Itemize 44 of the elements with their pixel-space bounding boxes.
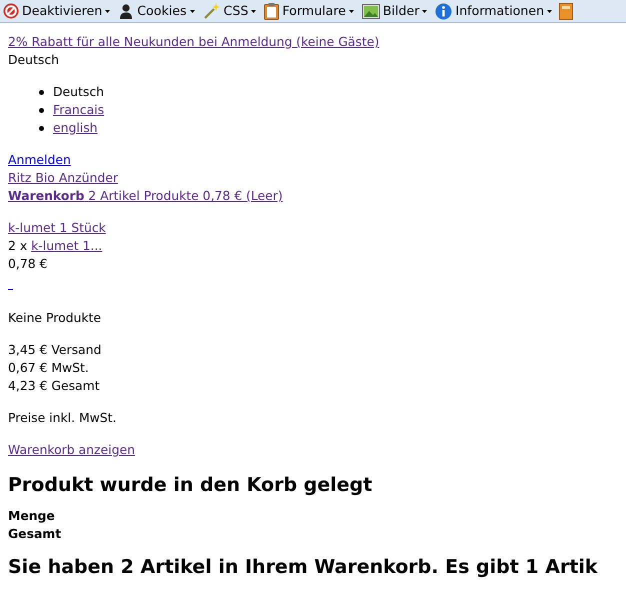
summary-heading: Sie haben 2 Artikel in Ihrem Warenkorb. Es gibt 1 Artik: [8, 556, 598, 578]
caret-icon: [105, 10, 110, 12]
caret-icon: [547, 10, 552, 12]
caret-icon: [251, 10, 256, 12]
current-language: Deutsch: [8, 52, 59, 67]
language-option: Deutsch: [53, 84, 104, 99]
toolbar-menu-button[interactable]: Deaktivieren: [2, 2, 112, 20]
empty-cart-text: Keine Produkte: [8, 310, 102, 325]
toolbar-menu-button[interactable]: CSS: [202, 2, 258, 20]
toolbar-menu-button[interactable]: Formulare: [263, 2, 355, 20]
nav-link[interactable]: Anmelden: [8, 152, 71, 167]
total-text: 0,67 € MwSt.: [8, 360, 89, 375]
product-link[interactable]: k-lumet 1 Stück: [8, 220, 106, 235]
bullet-icon: [39, 90, 44, 95]
person-icon: [118, 3, 134, 19]
cart-link[interactable]: Warenkorb 2 Artikel Produkte 0,78 € (Leer): [8, 188, 283, 203]
field-label: Gesamt: [8, 526, 62, 541]
total-text: 4,23 € Gesamt: [8, 378, 100, 393]
nav-link[interactable]: Ritz Bio Anzünder: [8, 170, 118, 185]
magic-wand-icon: [202, 2, 221, 20]
toolbar-menu-button[interactable]: Cookies: [117, 2, 196, 20]
caret-icon: [190, 10, 195, 12]
book-icon: [559, 2, 574, 20]
language-link[interactable]: english: [53, 120, 98, 135]
info-icon: [435, 2, 452, 20]
quantity-text: 2 x: [8, 238, 28, 253]
picture-icon: [362, 4, 380, 18]
added-heading: Produkt wurde in den Korb gelegt: [8, 474, 372, 496]
caret-icon: [348, 10, 354, 12]
product-link[interactable]: k-lumet 1...: [31, 238, 102, 253]
caret-icon: [422, 10, 428, 12]
bullet-icon: [39, 108, 44, 113]
bullet-icon: [39, 126, 44, 131]
no-entry-icon: [3, 3, 19, 19]
total-text: 3,45 € Versand: [8, 342, 102, 357]
toolbar-menu-button[interactable]: Bilder: [360, 2, 428, 20]
field-label: Menge: [8, 508, 55, 523]
toolbar-menu-button[interactable]: Informationen: [434, 2, 554, 20]
show-cart-link[interactable]: Warenkorb anzeigen: [8, 442, 135, 457]
price-text: 0,78 €: [8, 256, 48, 271]
tax-note: Preise inkl. MwSt.: [8, 410, 116, 425]
language-link[interactable]: Francais: [53, 102, 104, 117]
clipboard-icon: [264, 2, 280, 20]
promo-link[interactable]: 2% Rabatt für alle Neukunden bei Anmeldung (keine Gäste): [8, 34, 380, 49]
